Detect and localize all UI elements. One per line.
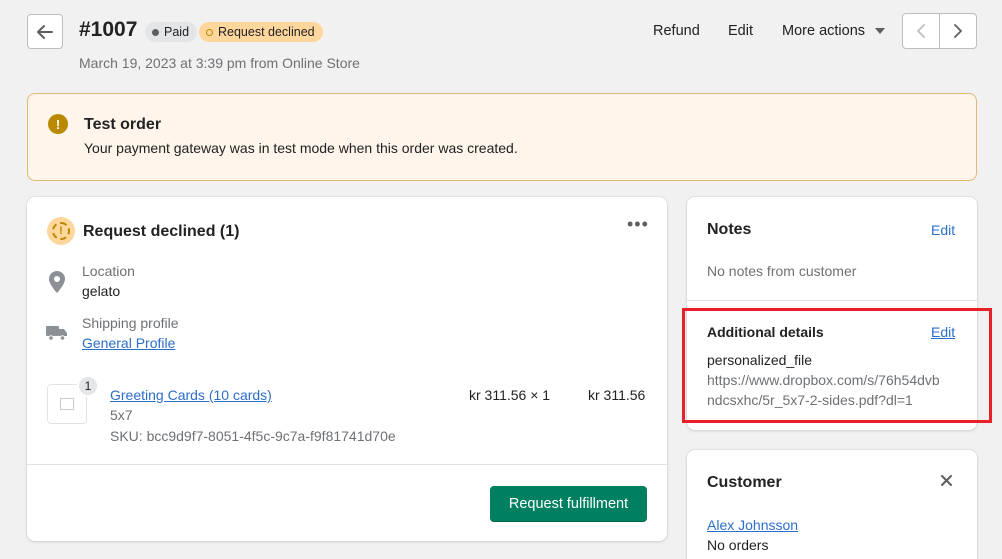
chevron-left-icon	[917, 24, 925, 38]
notes-edit-link[interactable]: Edit	[931, 222, 955, 238]
test-order-banner: ! Test order Your payment gateway was in…	[27, 93, 977, 181]
card-divider	[27, 464, 667, 465]
quantity-badge: 1	[77, 375, 99, 397]
banner-title: Test order	[84, 116, 162, 133]
status-dot-icon	[152, 28, 159, 36]
product-variant: 5x7	[110, 407, 133, 423]
shipping-profile-label: Shipping profile	[82, 315, 179, 331]
previous-order-button[interactable]	[903, 14, 940, 48]
next-order-button[interactable]	[940, 14, 976, 48]
chevron-right-icon	[954, 24, 962, 38]
refund-button[interactable]: Refund	[653, 23, 700, 39]
fulfillment-card: ! Request declined (1) ••• Location gela…	[27, 197, 667, 541]
banner-text: Your payment gateway was in test mode wh…	[84, 140, 518, 156]
notes-divider	[687, 300, 977, 301]
customer-title: Customer	[707, 474, 782, 491]
more-actions-label: More actions	[782, 23, 866, 39]
declined-request-icon: !	[47, 217, 75, 245]
paid-badge-label: Paid	[164, 25, 190, 39]
arrow-left-icon	[37, 24, 53, 39]
back-button[interactable]	[27, 14, 63, 49]
customer-orders: No orders	[707, 537, 769, 553]
unit-price: kr 311.56 × 1	[469, 387, 551, 403]
product-sku: SKU: bcc9d9f7-8051-4f5c-9c7a-f9f81741d70…	[110, 428, 396, 444]
line-total: kr 311.56	[588, 387, 646, 403]
more-actions-button[interactable]: More actions	[782, 23, 886, 39]
highlight-box	[682, 308, 992, 423]
location-value: gelato	[82, 283, 121, 299]
image-placeholder-icon	[60, 398, 74, 410]
request-fulfillment-button[interactable]: Request fulfillment	[490, 486, 647, 522]
close-icon[interactable]	[941, 475, 952, 486]
caret-down-icon	[875, 28, 886, 34]
customer-card: Customer Alex Johnsson No orders	[687, 450, 977, 559]
location-label: Location	[82, 263, 135, 279]
paid-status-badge: Paid	[145, 22, 198, 42]
truck-icon	[46, 326, 67, 341]
status-ring-icon	[206, 28, 213, 36]
notes-title: Notes	[707, 221, 752, 238]
order-subtitle: March 19, 2023 at 3:39 pm from Online St…	[79, 55, 360, 71]
order-number: #1007	[79, 18, 138, 41]
declined-status-badge: Request declined	[199, 22, 323, 42]
alert-icon: !	[48, 114, 68, 134]
location-pin-icon	[49, 271, 65, 293]
order-pagination	[902, 13, 977, 49]
notes-text: No notes from customer	[707, 263, 857, 279]
edit-order-button[interactable]: Edit	[728, 23, 753, 39]
more-options-icon[interactable]: •••	[627, 215, 649, 233]
customer-name-link[interactable]: Alex Johnsson	[707, 517, 798, 533]
declined-badge-label: Request declined	[218, 25, 315, 39]
product-link[interactable]: Greeting Cards (10 cards)	[110, 387, 272, 403]
fulfillment-card-title: Request declined (1)	[83, 223, 240, 240]
shipping-profile-link[interactable]: General Profile	[82, 335, 175, 351]
